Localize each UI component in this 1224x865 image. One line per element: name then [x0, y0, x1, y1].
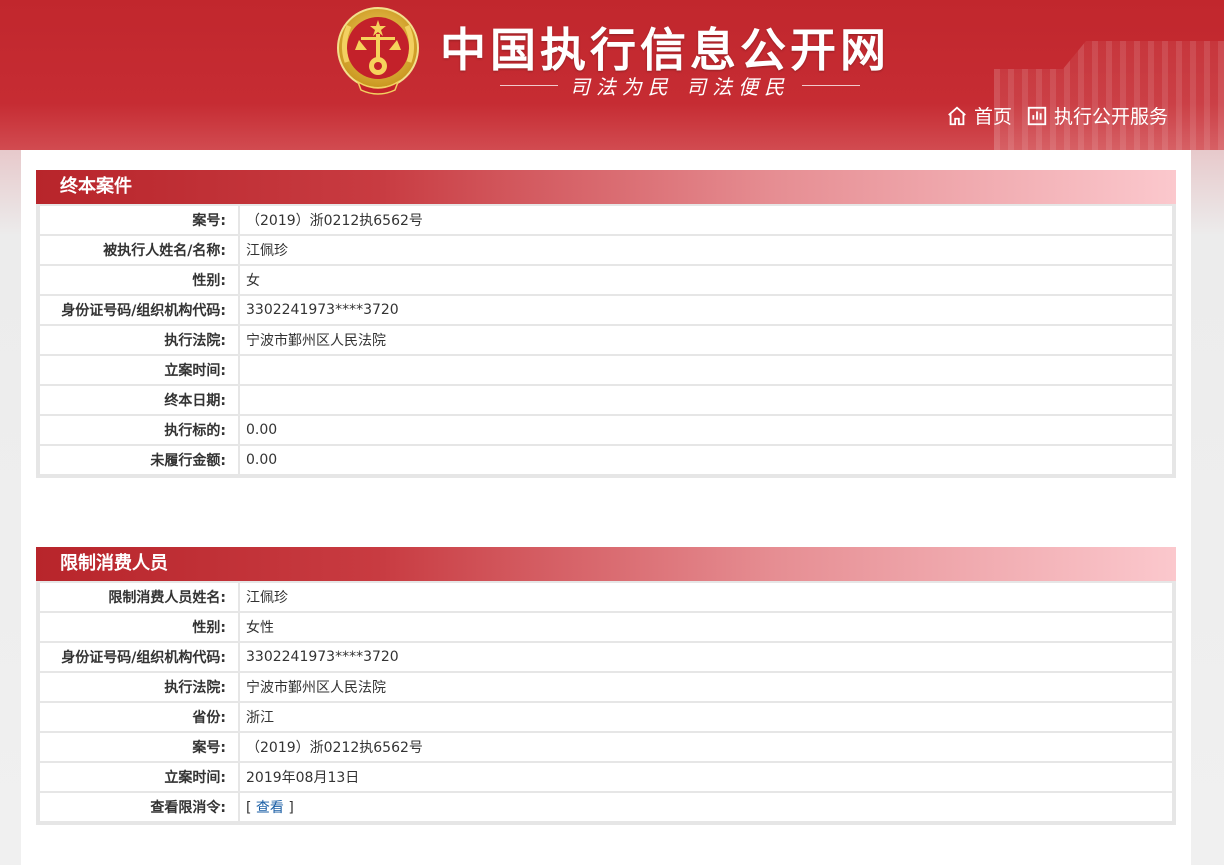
row-value: 女 [238, 264, 1174, 296]
row-label: 终本日期: [38, 384, 240, 416]
table-row: 性别: 女 [38, 264, 1174, 296]
table-row: 未履行金额: 0.00 [38, 444, 1174, 476]
nav-home-link[interactable]: 首页 [946, 102, 1012, 129]
row-label: 案号: [38, 204, 240, 236]
row-label: 限制消费人员姓名: [38, 581, 240, 613]
table-row: 执行法院: 宁波市鄞州区人民法院 [38, 324, 1174, 356]
row-value: （2019）浙0212执6562号 [238, 204, 1174, 236]
top-nav: 首页 执行公开服务 [946, 102, 1168, 129]
row-label: 身份证号码/组织机构代码: [38, 294, 240, 326]
chart-icon [1027, 106, 1047, 125]
table-row: 身份证号码/组织机构代码: 3302241973****3720 [38, 294, 1174, 326]
row-value: 3302241973****3720 [238, 294, 1174, 326]
building-image [994, 41, 1224, 160]
nav-home-label: 首页 [973, 106, 1012, 128]
nav-execution-service-label: 执行公开服务 [1053, 106, 1168, 128]
row-label: 身份证号码/组织机构代码: [38, 641, 240, 673]
table-row: 身份证号码/组织机构代码: 3302241973****3720 [38, 641, 1174, 673]
row-value: 2019年08月13日 [238, 761, 1174, 793]
section-terminated-case: 终本案件 案号: （2019）浙0212执6562号 被执行人姓名/名称: 江佩… [36, 170, 1176, 478]
restriction-table: 限制消费人员姓名: 江佩珍 性别: 女性 身份证号码/组织机构代码: 33022… [36, 581, 1176, 825]
row-label: 查看限消令: [38, 791, 240, 823]
row-value: 江佩珍 [238, 234, 1174, 266]
row-value: 浙江 [238, 701, 1174, 733]
home-icon [948, 106, 966, 125]
table-row: 案号: （2019）浙0212执6562号 [38, 204, 1174, 236]
nav-execution-service-link[interactable]: 执行公开服务 [1026, 102, 1168, 129]
row-value: 0.00 [238, 414, 1174, 446]
slogan-bar: 司法为民 司法便民 [500, 70, 861, 100]
row-label: 立案时间: [38, 761, 240, 793]
row-value [238, 384, 1174, 416]
section-consumption-restriction: 限制消费人员 限制消费人员姓名: 江佩珍 性别: 女性 身份证号码/组织机构代码… [36, 547, 1176, 825]
row-value: 女性 [238, 611, 1174, 643]
row-label: 性别: [38, 611, 240, 643]
table-row: 执行法院: 宁波市鄞州区人民法院 [38, 671, 1174, 703]
row-label: 未履行金额: [38, 444, 240, 476]
row-label: 执行法院: [38, 671, 240, 703]
row-label: 被执行人姓名/名称: [38, 234, 240, 266]
table-row: 限制消费人员姓名: 江佩珍 [38, 581, 1174, 613]
row-value: 0.00 [238, 444, 1174, 476]
table-row: 被执行人姓名/名称: 江佩珍 [38, 234, 1174, 266]
section-title: 限制消费人员 [36, 547, 1176, 581]
table-row: 案号: （2019）浙0212执6562号 [38, 731, 1174, 763]
row-value: 宁波市鄞州区人民法院 [238, 671, 1174, 703]
bracket-close: ] [283, 800, 294, 816]
table-row: 执行标的: 0.00 [38, 414, 1174, 446]
slogan-text: 司法为民 司法便民 [569, 74, 791, 99]
row-label: 立案时间: [38, 354, 240, 386]
row-label: 执行标的: [38, 414, 240, 446]
table-row: 查看限消令: [ 查看 ] [38, 791, 1174, 823]
table-row: 立案时间: 2019年08月13日 [38, 761, 1174, 793]
row-label: 案号: [38, 731, 240, 763]
table-row: 省份: 浙江 [38, 701, 1174, 733]
bracket-open: [ [246, 800, 256, 816]
row-value: [ 查看 ] [238, 791, 1174, 823]
row-value: 江佩珍 [238, 581, 1174, 613]
row-value [238, 354, 1174, 386]
court-emblem-icon [337, 7, 419, 95]
row-label: 执行法院: [38, 324, 240, 356]
slogan-divider-left [500, 84, 558, 86]
table-row: 性别: 女性 [38, 611, 1174, 643]
row-value: 宁波市鄞州区人民法院 [238, 324, 1174, 356]
table-row: 立案时间: [38, 354, 1174, 386]
row-value: （2019）浙0212执6562号 [238, 731, 1174, 763]
slogan-divider-right [802, 84, 861, 86]
row-label: 性别: [38, 264, 240, 296]
view-restriction-order-link[interactable]: 查看 [256, 800, 284, 816]
row-value: 3302241973****3720 [238, 641, 1174, 673]
section-title: 终本案件 [36, 170, 1176, 204]
table-row: 终本日期: [38, 384, 1174, 416]
content-panel: 终本案件 案号: （2019）浙0212执6562号 被执行人姓名/名称: 江佩… [21, 150, 1191, 865]
case-table: 案号: （2019）浙0212执6562号 被执行人姓名/名称: 江佩珍 性别:… [36, 204, 1176, 478]
row-label: 省份: [38, 701, 240, 733]
